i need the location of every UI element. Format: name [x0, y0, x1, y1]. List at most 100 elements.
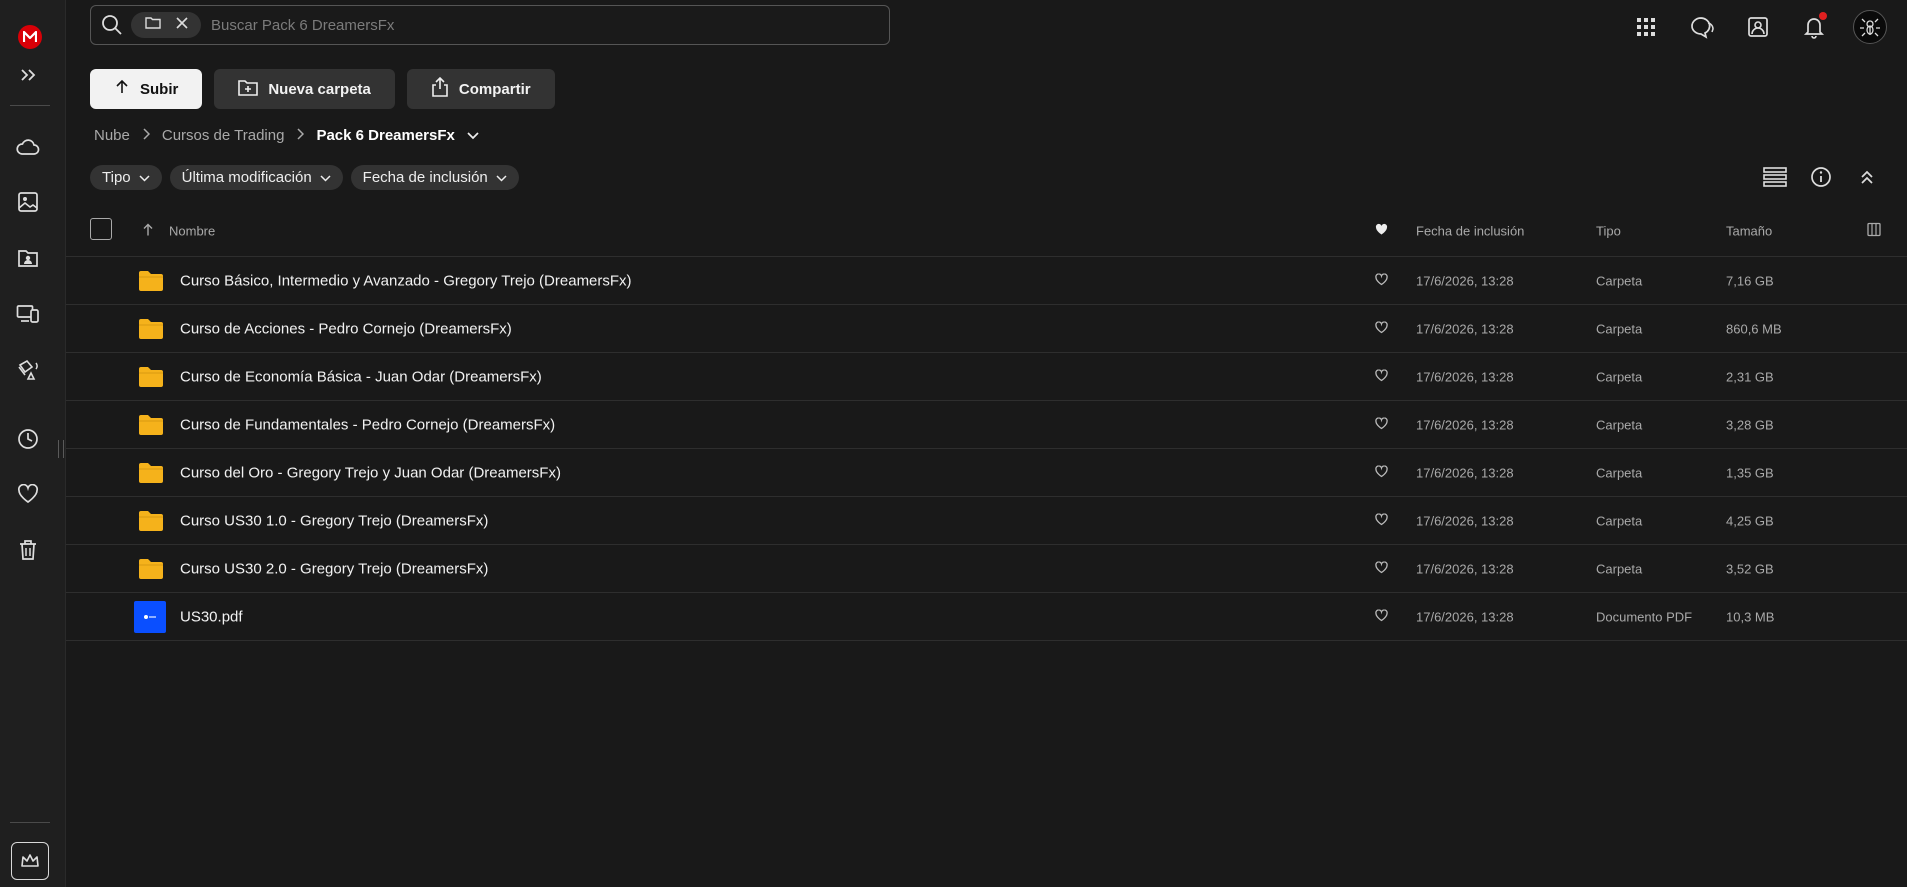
rubbish-bin-tools-icon[interactable] — [13, 355, 43, 385]
expand-sidebar-icon[interactable] — [13, 60, 43, 90]
table-row[interactable]: Curso de Acciones - Pedro Cornejo (Dream… — [66, 305, 1907, 353]
upload-button[interactable]: Subir — [90, 69, 203, 109]
favourite-column-heart-icon[interactable] — [1375, 223, 1388, 238]
contacts-icon[interactable] — [1741, 10, 1775, 44]
breadcrumb-current[interactable]: Pack 6 DreamersFx — [316, 127, 454, 144]
favourites-heart-icon[interactable] — [13, 479, 43, 509]
search-icon[interactable] — [101, 14, 123, 36]
column-name[interactable]: Nombre — [169, 223, 215, 238]
file-table: Nombre Fecha de inclusión Tipo Tamaño Cu… — [66, 205, 1907, 641]
favourite-heart-icon[interactable] — [1375, 560, 1388, 576]
mega-logo-icon[interactable] — [18, 25, 42, 49]
row-name[interactable]: Curso de Acciones - Pedro Cornejo (Dream… — [180, 320, 512, 337]
columns-settings-icon[interactable] — [1867, 222, 1881, 239]
table-row[interactable]: Curso de Fundamentales - Pedro Cornejo (… — [66, 401, 1907, 449]
notifications-bell-icon[interactable] — [1797, 10, 1831, 44]
clear-scope-icon[interactable] — [175, 16, 188, 34]
cloud-drive-icon[interactable] — [13, 132, 43, 162]
filter-modified[interactable]: Última modificación — [169, 165, 343, 190]
breadcrumb-root[interactable]: Nube — [94, 127, 130, 144]
row-type: Carpeta — [1596, 321, 1643, 336]
new-folder-button[interactable]: Nueva carpeta — [214, 69, 395, 109]
favourite-heart-icon[interactable] — [1375, 608, 1388, 624]
table-row[interactable]: Curso del Oro - Gregory Trejo y Juan Oda… — [66, 449, 1907, 497]
favourite-heart-icon[interactable] — [1375, 320, 1388, 336]
breadcrumb: Nube Cursos de Trading Pack 6 DreamersFx — [94, 127, 479, 144]
notification-badge — [1819, 12, 1827, 20]
row-date: 17/6/2026, 13:28 — [1416, 561, 1514, 576]
row-name[interactable]: Curso US30 1.0 - Gregory Trejo (Dreamers… — [180, 512, 488, 529]
folder-icon — [138, 510, 164, 532]
folder-scope-chip[interactable] — [131, 12, 201, 38]
table-header: Nombre Fecha de inclusión Tipo Tamaño — [66, 205, 1907, 257]
row-size: 7,16 GB — [1726, 273, 1774, 288]
row-type: Carpeta — [1596, 417, 1643, 432]
chevron-down-icon — [496, 169, 507, 186]
row-name[interactable]: Curso US30 2.0 - Gregory Trejo (Dreamers… — [180, 560, 488, 577]
apps-grid-icon[interactable] — [1629, 10, 1663, 44]
recents-clock-icon[interactable] — [13, 424, 43, 454]
info-icon[interactable] — [1807, 163, 1835, 191]
shared-items-icon[interactable] — [13, 243, 43, 273]
filter-type[interactable]: Tipo — [90, 165, 162, 190]
breadcrumb-parent[interactable]: Cursos de Trading — [162, 127, 285, 144]
favourite-heart-icon[interactable] — [1375, 416, 1388, 432]
favourite-heart-icon[interactable] — [1375, 512, 1388, 528]
sidebar — [0, 0, 66, 887]
table-row[interactable]: US30.pdf 17/6/2026, 13:28 Documento PDF … — [66, 593, 1907, 641]
avatar[interactable] — [1853, 10, 1887, 44]
table-row[interactable]: Curso US30 1.0 - Gregory Trejo (Dreamers… — [66, 497, 1907, 545]
row-type: Carpeta — [1596, 273, 1643, 288]
filter-added-date-label: Fecha de inclusión — [362, 169, 488, 186]
chat-icon[interactable] — [1685, 10, 1719, 44]
row-size: 860,6 MB — [1726, 321, 1782, 336]
row-name[interactable]: Curso de Fundamentales - Pedro Cornejo (… — [180, 416, 555, 433]
column-added-date[interactable]: Fecha de inclusión — [1416, 223, 1524, 238]
chevron-right-icon — [296, 128, 305, 143]
chevron-down-icon[interactable] — [467, 127, 479, 144]
favourite-heart-icon[interactable] — [1375, 368, 1388, 384]
row-date: 17/6/2026, 13:28 — [1416, 369, 1514, 384]
favourite-heart-icon[interactable] — [1375, 464, 1388, 480]
row-size: 2,31 GB — [1726, 369, 1774, 384]
row-name[interactable]: Curso del Oro - Gregory Trejo y Juan Oda… — [180, 464, 561, 481]
share-icon — [431, 76, 449, 101]
column-type[interactable]: Tipo — [1596, 223, 1621, 238]
list-view-icon[interactable] — [1761, 163, 1789, 191]
sidebar-divider-bottom — [10, 822, 50, 823]
sort-arrow-up-icon[interactable] — [142, 222, 154, 239]
header-icons — [1629, 10, 1887, 44]
row-size: 4,25 GB — [1726, 513, 1774, 528]
search-input[interactable] — [211, 16, 889, 34]
row-date: 17/6/2026, 13:28 — [1416, 609, 1514, 624]
row-type: Carpeta — [1596, 513, 1643, 528]
upgrade-crown-icon[interactable] — [11, 842, 49, 880]
filter-bar: Tipo Última modificación Fecha de inclus… — [90, 165, 519, 190]
column-size[interactable]: Tamaño — [1726, 223, 1772, 238]
collapse-up-icon[interactable] — [1853, 163, 1881, 191]
arrow-up-icon — [114, 79, 130, 99]
photos-icon[interactable] — [13, 187, 43, 217]
row-name[interactable]: US30.pdf — [180, 608, 243, 625]
app: Subir Nueva carpeta Compartir Nube Curso… — [0, 0, 1907, 887]
pdf-thumbnail-icon — [134, 600, 166, 633]
row-type: Carpeta — [1596, 561, 1643, 576]
sidebar-divider — [10, 105, 50, 106]
sidebar-resize-handle[interactable] — [58, 440, 64, 458]
folder-icon — [138, 318, 164, 340]
row-name[interactable]: Curso de Economía Básica - Juan Odar (Dr… — [180, 368, 542, 385]
devices-icon[interactable] — [13, 299, 43, 329]
trash-icon[interactable] — [13, 535, 43, 565]
folder-icon — [138, 270, 164, 292]
select-all-checkbox[interactable] — [90, 218, 112, 240]
table-row[interactable]: Curso US30 2.0 - Gregory Trejo (Dreamers… — [66, 545, 1907, 593]
filter-added-date[interactable]: Fecha de inclusión — [350, 165, 519, 190]
table-row[interactable]: Curso de Economía Básica - Juan Odar (Dr… — [66, 353, 1907, 401]
row-name[interactable]: Curso Básico, Intermedio y Avanzado - Gr… — [180, 272, 632, 289]
folder-icon — [138, 414, 164, 436]
folder-icon — [138, 462, 164, 484]
favourite-heart-icon[interactable] — [1375, 272, 1388, 288]
table-row[interactable]: Curso Básico, Intermedio y Avanzado - Gr… — [66, 257, 1907, 305]
share-button[interactable]: Compartir — [406, 69, 555, 109]
search-bar[interactable] — [90, 5, 890, 45]
